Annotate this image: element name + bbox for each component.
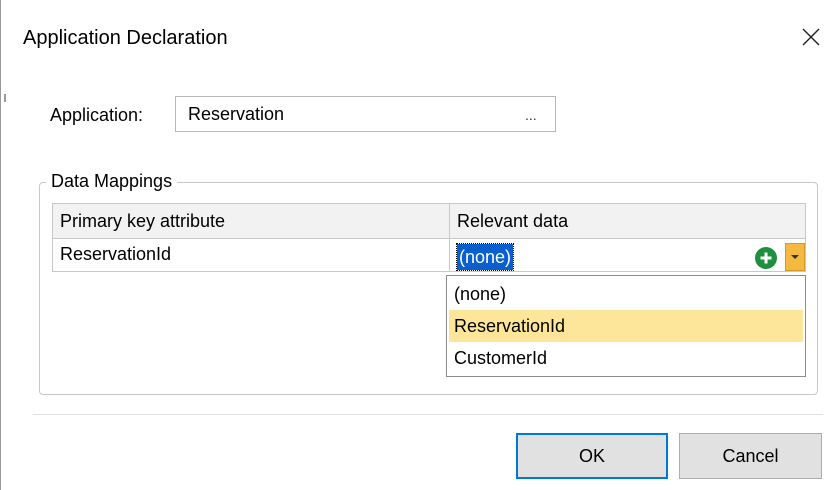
window-left-edge (0, 0, 1, 490)
relevant-data-dropdown-list: (none) ReservationId CustomerId (446, 275, 806, 377)
footer-separator (33, 414, 823, 415)
data-mappings-title: Data Mappings (46, 169, 178, 193)
cancel-button[interactable]: Cancel (679, 433, 822, 479)
table-row-primary-key-cell[interactable]: ReservationId (52, 238, 450, 272)
chevron-down-icon (791, 255, 799, 259)
relevant-data-dropdown-button[interactable] (785, 243, 805, 271)
dropdown-option-none[interactable]: (none) (447, 278, 805, 310)
ok-button[interactable]: OK (516, 433, 668, 479)
dialog-title: Application Declaration (23, 27, 228, 49)
plus-circle-icon (760, 252, 772, 264)
window-left-edge-marker (4, 94, 6, 102)
data-mappings-grid: Primary key attribute Relevant data Rese… (52, 203, 806, 272)
close-icon (802, 28, 820, 46)
application-field[interactable]: Reservation (175, 96, 556, 132)
add-mapping-button[interactable] (755, 247, 777, 269)
application-browse-button[interactable]: ... (525, 104, 537, 126)
application-label: Application: (50, 105, 144, 125)
dropdown-option-reservationid[interactable]: ReservationId (449, 310, 803, 342)
column-header-primary-key[interactable]: Primary key attribute (52, 203, 450, 239)
column-header-relevant-data[interactable]: Relevant data (449, 203, 806, 239)
application-declaration-dialog: Application Declaration Application: Res… (0, 0, 835, 490)
relevant-data-editor[interactable]: (none) (455, 243, 515, 271)
application-value: Reservation (188, 104, 285, 124)
dropdown-option-customerid[interactable]: CustomerId (447, 342, 805, 374)
close-button[interactable] (794, 20, 828, 54)
